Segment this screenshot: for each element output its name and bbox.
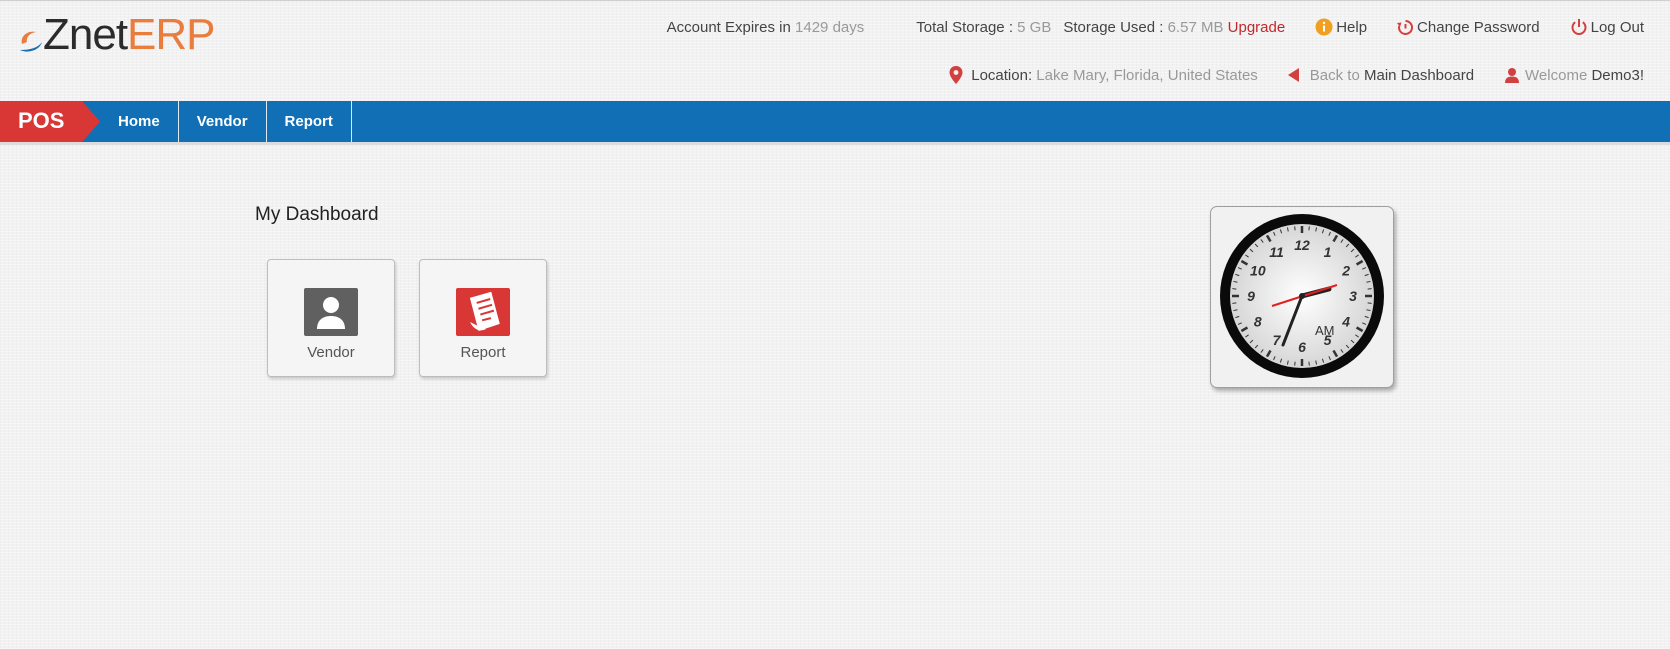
refresh-icon xyxy=(1397,19,1414,35)
back-to-label: Back to xyxy=(1309,66,1360,84)
logout-label: Log Out xyxy=(1590,18,1644,36)
storage-used-value: 6.57 MB xyxy=(1167,18,1224,36)
clock-meridiem: AM xyxy=(1315,323,1335,338)
clock-numeral: 4 xyxy=(1341,314,1350,330)
vendor-tile-icon xyxy=(304,288,358,336)
clock-numeral: 2 xyxy=(1341,263,1350,279)
znet-erp-logo[interactable]: ZnetERP xyxy=(18,12,248,58)
analog-clock-icon: 12 1234567891011 AM xyxy=(1220,214,1384,378)
pos-module-badge[interactable]: POS xyxy=(0,101,100,142)
report-tile[interactable]: Report xyxy=(419,259,547,377)
total-storage-label: Total Storage : xyxy=(916,18,1013,36)
logout-link[interactable]: Log Out xyxy=(1570,18,1644,36)
nav-item-report[interactable]: Report xyxy=(267,101,352,142)
back-target: Main Dashboard xyxy=(1363,66,1475,84)
report-icon xyxy=(469,291,500,331)
help-label: Help xyxy=(1336,18,1368,36)
clock-numeral: 8 xyxy=(1254,314,1262,330)
logo-znet: Znet xyxy=(43,10,128,59)
help-link[interactable]: Help xyxy=(1315,18,1367,36)
nav-item-vendor[interactable]: Vendor xyxy=(179,101,267,142)
top-border xyxy=(0,0,1670,1)
clock-numeral: 1 xyxy=(1324,244,1332,260)
vendor-tile-label: Vendor xyxy=(307,344,355,361)
account-expires-label: Account Expires in xyxy=(666,18,791,36)
info-icon xyxy=(1315,18,1333,36)
power-icon xyxy=(1571,19,1587,35)
change-password-label: Change Password xyxy=(1417,18,1540,36)
clock-numeral: 10 xyxy=(1250,263,1266,279)
clock-numeral: 12 xyxy=(1294,237,1310,253)
clock-numeral: 6 xyxy=(1298,339,1306,355)
map-pin-icon xyxy=(949,66,963,84)
nav-item-home[interactable]: Home xyxy=(100,101,179,142)
location-row: Location: Lake Mary, Florida, United Sta… xyxy=(949,64,1644,86)
dashboard-title: My Dashboard xyxy=(255,204,379,225)
location-value: Lake Mary, Florida, United States xyxy=(1036,66,1258,84)
clock-numeral: 9 xyxy=(1247,288,1255,304)
storage-used-label: Storage Used : xyxy=(1063,18,1164,36)
clock-numeral: 11 xyxy=(1269,244,1284,260)
change-password-link[interactable]: Change Password xyxy=(1397,19,1540,36)
top-info-row: Account Expires in 1429 days Total Stora… xyxy=(667,17,1644,37)
vendor-tile[interactable]: Vendor xyxy=(267,259,395,377)
logo-erp: ERP xyxy=(127,10,215,59)
user-icon xyxy=(1505,68,1520,83)
total-storage-value: 5 GB xyxy=(1017,18,1052,36)
clock-numeral: 7 xyxy=(1273,332,1282,348)
back-to-main-dashboard-link[interactable]: Back to Main Dashboard xyxy=(1287,66,1475,84)
report-tile-label: Report xyxy=(460,344,506,361)
welcome-user: Demo3! xyxy=(1591,66,1644,84)
back-arrow-icon xyxy=(1287,68,1299,82)
main-navbar: POS Home Vendor Report xyxy=(0,101,1670,145)
account-expires-value: 1429 days xyxy=(795,18,865,36)
logo-text: ZnetERP xyxy=(43,10,216,59)
welcome-label: Welcome xyxy=(1525,66,1588,84)
clock-widget: 12 1 2 3 4 5 6 7 8 9 10 11 AM xyxy=(1210,206,1394,388)
upgrade-link[interactable]: Upgrade xyxy=(1228,19,1286,36)
pos-label: POS xyxy=(18,108,65,133)
nav-menu: Home Vendor Report xyxy=(100,101,352,142)
clock-numeral: 3 xyxy=(1349,288,1357,304)
user-icon xyxy=(317,297,345,329)
location-label: Location: xyxy=(971,66,1033,84)
report-tile-icon xyxy=(456,288,510,336)
clock-center xyxy=(1299,293,1305,299)
